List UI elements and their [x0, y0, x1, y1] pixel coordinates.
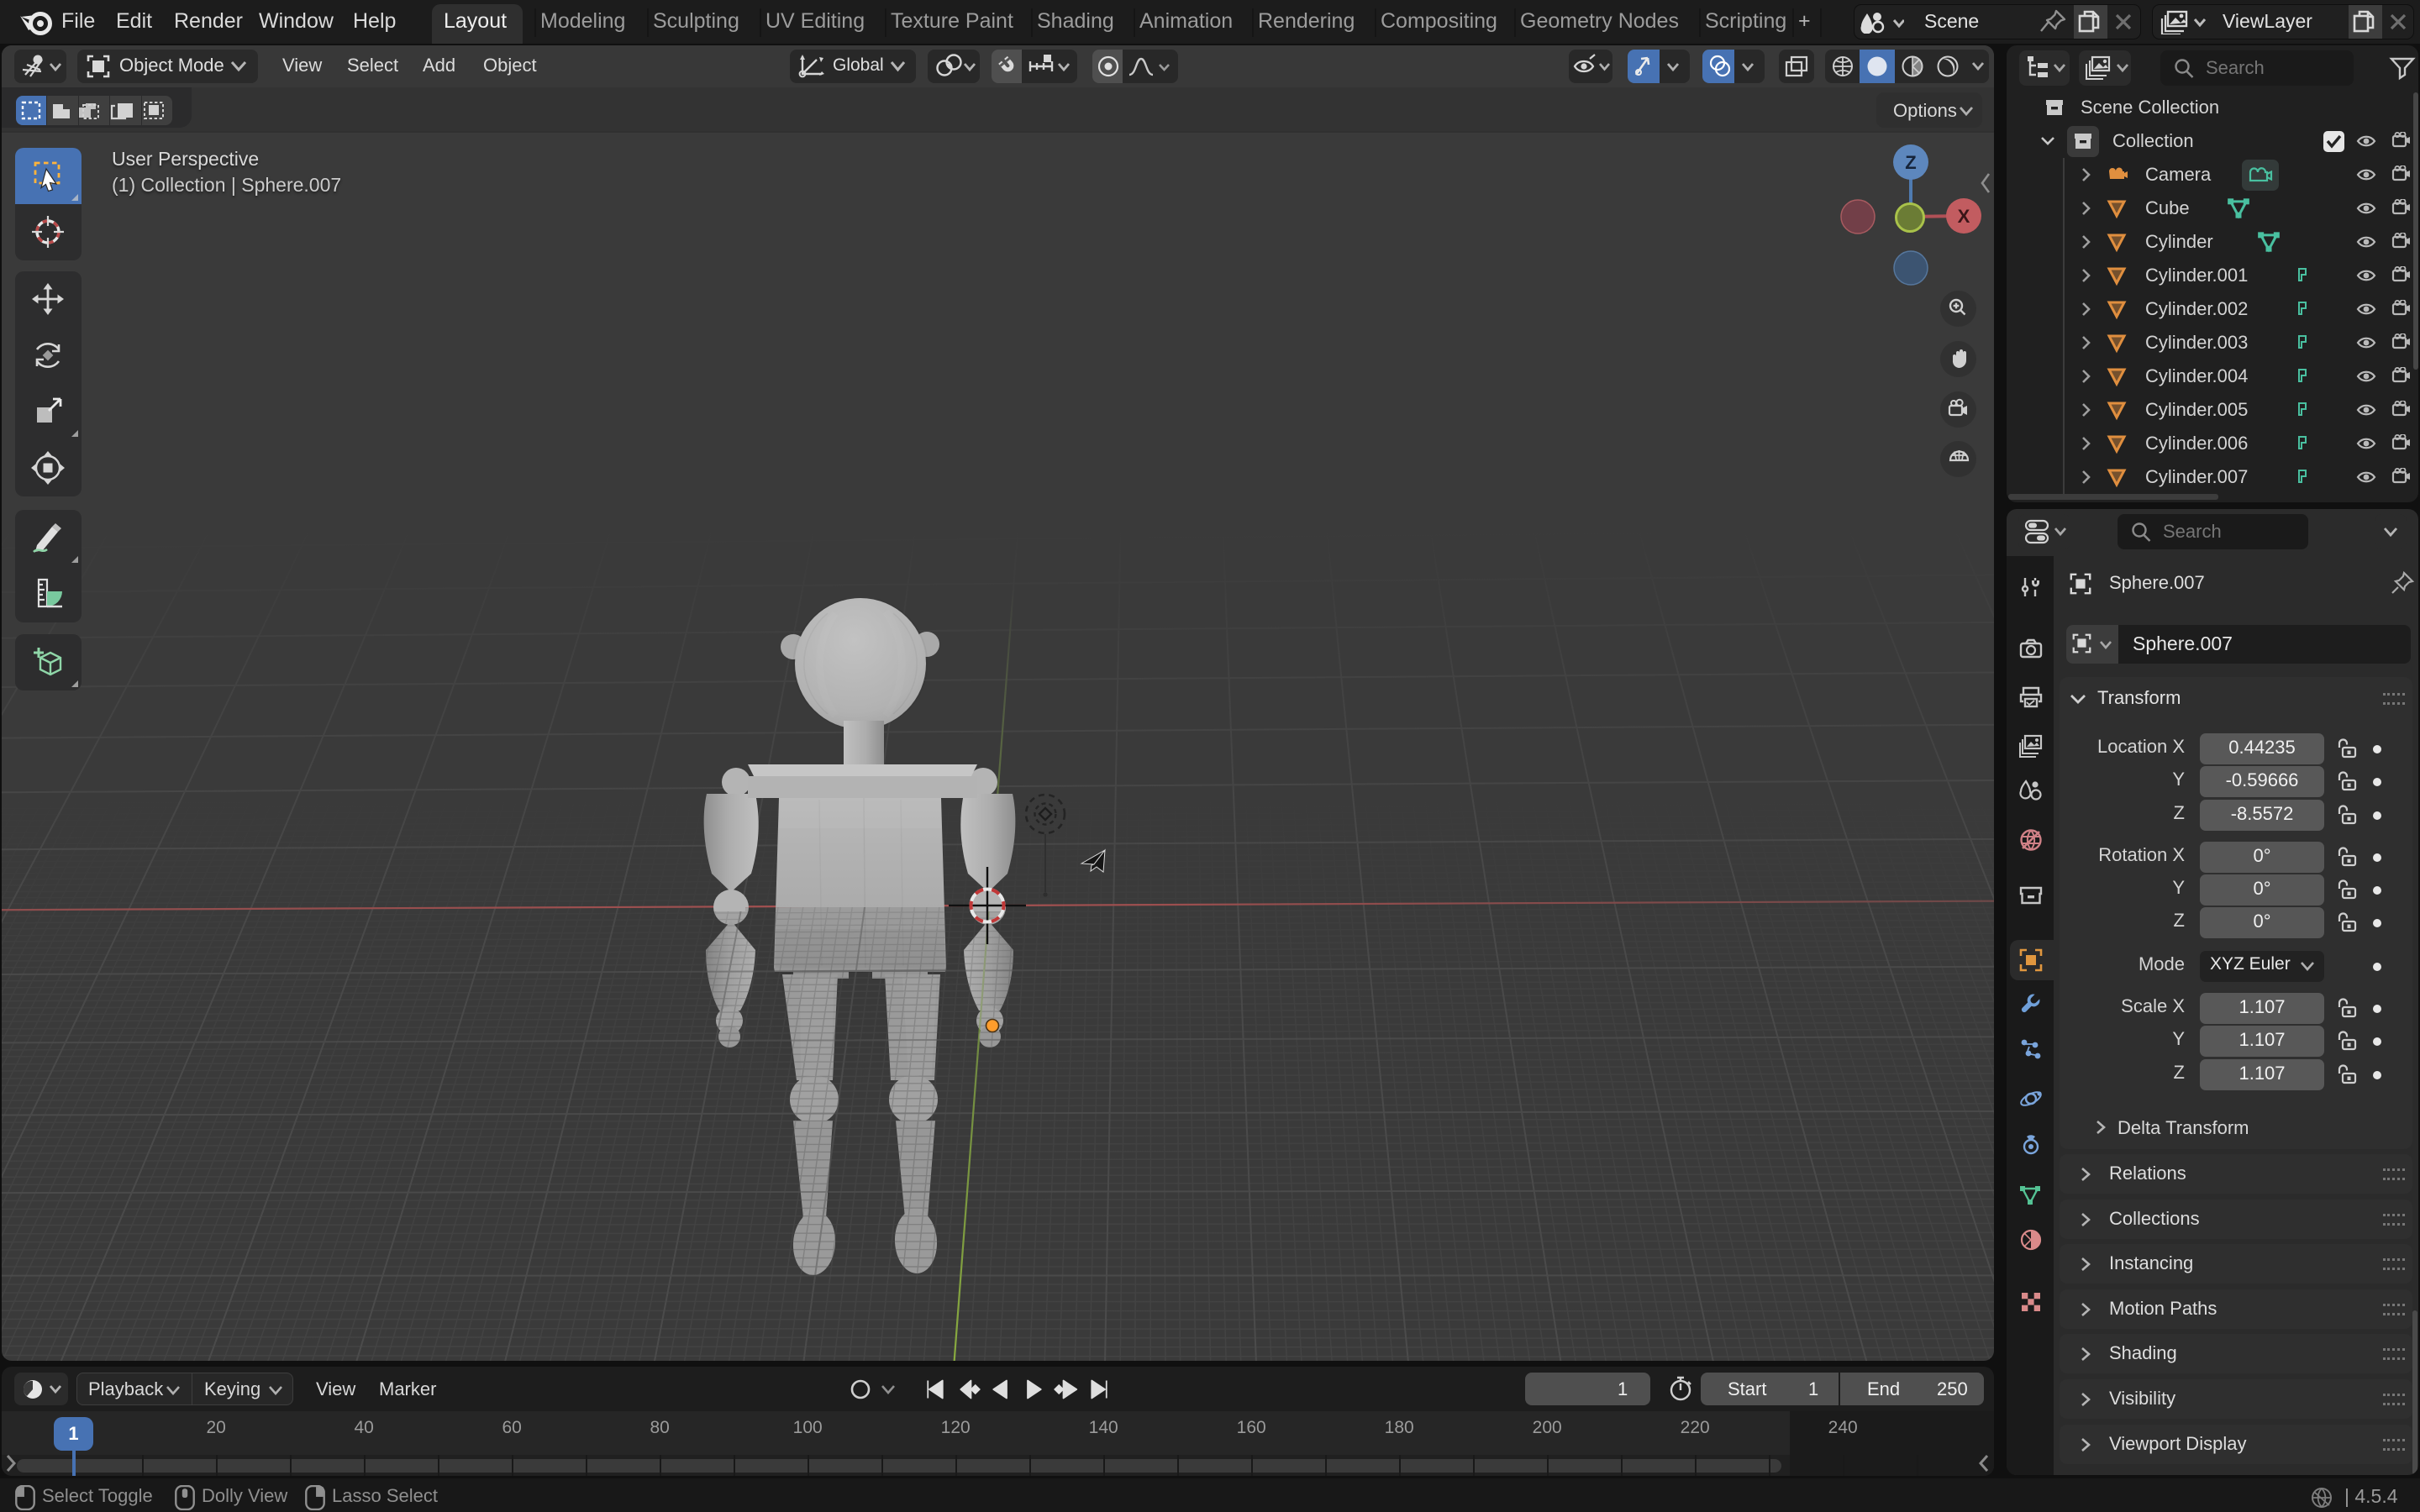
- svg-text:X: X: [1958, 206, 1970, 227]
- svg-text:Z: Z: [1905, 152, 1916, 173]
